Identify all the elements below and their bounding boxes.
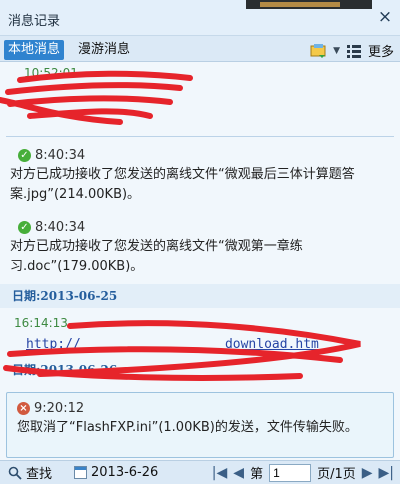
message-time: 9:20:12 [34, 401, 85, 416]
title-bar: 消息记录 × [0, 0, 400, 36]
message-list[interactable]: 10:52:01 ✓ 8:40:34 对方已成功接收了您发送的离线文件“微观最后… [0, 62, 400, 460]
message-text: 对方已成功接收了您发送的离线文件“微观最后三体计算题答案.jpg”(214.00… [10, 167, 355, 202]
page-prefix: 第 [250, 467, 264, 482]
find-button[interactable]: 查找 [8, 463, 52, 482]
message-text: 您取消了“FlashFXP.ini”(1.00KB)的发送，文件传输失败。 [17, 420, 358, 435]
tab-bar: 本地消息 漫游消息 ▼ 更多 [0, 36, 400, 62]
sender-time: 16:14:13 [14, 316, 68, 330]
message-text: 对方已成功接收了您发送的离线文件“微观第一章练习.doc”(179.00KB)。 [10, 239, 303, 274]
message-link[interactable]: http:// [26, 337, 81, 352]
obscured-message-link: 16:14:13 http:// download.htm [0, 316, 400, 352]
toolbar-right: ▼ 更多 [309, 41, 394, 60]
date-picker[interactable]: 2013-6-26 [74, 465, 158, 480]
next-page-icon[interactable]: ▶ [362, 465, 373, 481]
window-title: 消息记录 [8, 14, 61, 29]
date-value: 2013-6-26 [91, 465, 159, 480]
search-icon [8, 466, 22, 480]
message-time: 8:40:34 [35, 148, 86, 163]
message-link-tail[interactable]: download.htm [225, 337, 319, 352]
bottom-toolbar: 查找 2013-6-26 |◀ ◀ 第 页/1页 ▶ ▶| [0, 460, 400, 484]
pagination: |◀ ◀ 第 页/1页 ▶ ▶| [212, 463, 394, 482]
export-icon[interactable] [309, 42, 329, 60]
tab-local-messages[interactable]: 本地消息 [4, 40, 65, 60]
obscured-message-top: 10:52:01 [0, 66, 400, 81]
date-header: 日期:2013-06-26 [12, 363, 118, 377]
more-button[interactable]: 更多 [368, 41, 394, 60]
background-strip [246, 0, 372, 9]
success-check-icon: ✓ [18, 221, 31, 234]
message-item: ✓ 8:40:34 对方已成功接收了您发送的离线文件“微观第一章练习.doc”(… [0, 220, 400, 277]
date-header: 日期:2013-06-25 [0, 284, 400, 308]
calendar-icon [74, 466, 88, 479]
error-icon: × [17, 402, 30, 415]
success-check-icon: ✓ [18, 149, 31, 162]
message-time: 8:40:34 [35, 220, 86, 235]
page-input[interactable] [269, 463, 312, 482]
more-icon[interactable] [344, 42, 364, 60]
find-label: 查找 [26, 467, 53, 482]
export-dropdown-icon[interactable]: ▼ [333, 46, 340, 56]
prev-page-icon[interactable]: ◀ [233, 465, 244, 481]
tab-roaming-messages[interactable]: 漫游消息 [74, 40, 134, 60]
last-page-icon[interactable]: ▶| [379, 465, 394, 481]
close-icon[interactable]: × [376, 8, 394, 26]
page-suffix: 页/1页 [317, 467, 356, 482]
message-item: ✓ 8:40:34 对方已成功接收了您发送的离线文件“微观最后三体计算题答案.j… [0, 148, 400, 205]
divider [6, 136, 394, 137]
error-message-box: × 9:20:12 您取消了“FlashFXP.ini”(1.00KB)的发送，… [6, 392, 394, 458]
sender-time: 10:52:01 [24, 66, 78, 80]
first-page-icon[interactable]: |◀ [212, 465, 227, 481]
